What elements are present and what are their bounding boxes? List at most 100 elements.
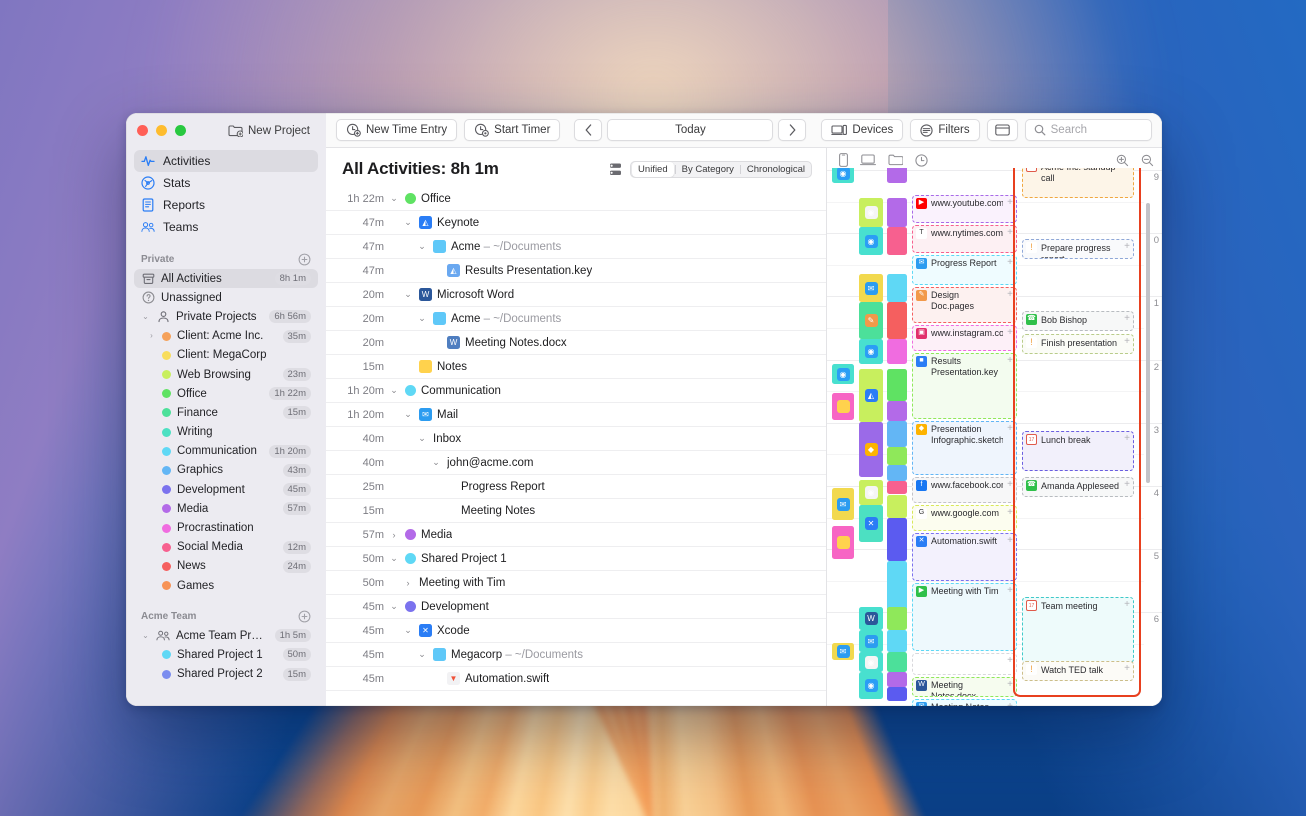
- sidebar-item-reports[interactable]: Reports: [134, 194, 318, 216]
- timeline-activity-event[interactable]: ◆ Presentation Infographic.sketch +: [912, 421, 1017, 475]
- timeline-app-block[interactable]: ◭: [859, 369, 883, 422]
- timeline-activity-event[interactable]: ✉ Meeting Notes +: [912, 699, 1017, 706]
- timeline-category-block[interactable]: [887, 447, 907, 465]
- activity-row[interactable]: 45m ▼ Automation.swift: [326, 667, 826, 691]
- add-event-icon[interactable]: +: [1007, 356, 1013, 366]
- timeline-category-block[interactable]: [887, 369, 907, 401]
- timeline-category-block[interactable]: [887, 652, 907, 672]
- timeline-category-block[interactable]: [887, 630, 907, 652]
- previous-day-button[interactable]: [574, 119, 603, 141]
- laptop-icon[interactable]: [860, 154, 876, 166]
- activity-row[interactable]: 1h 20m ⌄ ✉ Mail: [326, 403, 826, 427]
- activity-row[interactable]: 15m Notes: [326, 355, 826, 379]
- timeline-activity-event[interactable]: Gwww.google.com +: [912, 505, 1017, 531]
- activity-row[interactable]: 1h 20m ⌄ Communication: [326, 379, 826, 403]
- timeline-calendar-event[interactable]: ! Finish presentation +: [1022, 334, 1134, 354]
- timeline-calendar-event[interactable]: 17 Acme Inc. standup call +: [1022, 168, 1134, 198]
- activity-row[interactable]: 45m ⌄ Megacorp – ~/Documents: [326, 643, 826, 667]
- disclosure-down-icon[interactable]: ⌄: [402, 625, 414, 636]
- sidebar-item-stats[interactable]: Stats: [134, 172, 318, 194]
- timeline-calendar-event[interactable]: 17 Team meeting +: [1022, 597, 1134, 663]
- timeline-app-block[interactable]: ◉: [859, 227, 883, 255]
- timeline-activity-event[interactable]: ✕ Automation.swift +: [912, 533, 1017, 581]
- window-traffic-lights[interactable]: [137, 125, 186, 136]
- timeline-app-block[interactable]: ✉: [859, 630, 883, 652]
- timeline-app-block[interactable]: ◉: [859, 672, 883, 699]
- add-calendar-event-icon[interactable]: +: [1124, 168, 1130, 171]
- disclosure-down-icon[interactable]: ⌄: [388, 385, 400, 396]
- timeline-calendar-event[interactable]: ☎ Bob Bishop +: [1022, 311, 1134, 331]
- timeline-phone-block[interactable]: ✉: [832, 643, 854, 660]
- sidebar-item-activities[interactable]: Activities: [134, 150, 318, 172]
- timeline-category-block[interactable]: [887, 672, 907, 687]
- add-event-icon[interactable]: +: [1007, 290, 1013, 300]
- group-view-icon[interactable]: [608, 162, 623, 177]
- timeline-calendar-event[interactable]: 17 Lunch break +: [1022, 431, 1134, 471]
- timeline-activity-event[interactable]: +: [912, 653, 1017, 675]
- sidebar-project-item[interactable]: › Client: Acme Inc. 35m: [134, 327, 318, 346]
- sidebar-project-item[interactable]: Client: MegaCorp: [134, 346, 318, 365]
- phone-icon[interactable]: [839, 153, 848, 167]
- disclosure-down-icon[interactable]: ⌄: [388, 193, 400, 204]
- disclosure-down-icon[interactable]: ⌄: [430, 457, 442, 468]
- activity-row[interactable]: 47m ⌄ Acme – ~/Documents: [326, 235, 826, 259]
- timeline-calendar-event[interactable]: ☎ Amanda Appleseed +: [1022, 477, 1134, 497]
- add-calendar-event-icon[interactable]: +: [1124, 314, 1130, 324]
- timeline-calendar-event[interactable]: ! Prepare progress report +: [1022, 239, 1134, 259]
- timeline-phone-block[interactable]: [832, 526, 854, 559]
- activity-row[interactable]: 50m ⌄ Shared Project 1: [326, 547, 826, 571]
- minimize-button[interactable]: [156, 125, 167, 136]
- activity-row[interactable]: 45m ⌄ ✕ Xcode: [326, 619, 826, 643]
- sidebar-project-item[interactable]: ⌄ Private Projects 6h 56m: [134, 307, 318, 326]
- disclosure-down-icon[interactable]: ⌄: [141, 631, 150, 640]
- zoom-button[interactable]: [175, 125, 186, 136]
- add-calendar-event-icon[interactable]: +: [1124, 337, 1130, 347]
- timeline-category-block[interactable]: [887, 227, 907, 255]
- activity-row[interactable]: 20m W Meeting Notes.docx: [326, 331, 826, 355]
- add-project-icon[interactable]: [298, 610, 311, 623]
- folder-icon[interactable]: [888, 154, 903, 166]
- disclosure-down-icon[interactable]: ⌄: [416, 241, 428, 252]
- timeline-activity-event[interactable]: ✉ Progress Report +: [912, 255, 1017, 285]
- activity-row[interactable]: 57m › Media: [326, 523, 826, 547]
- add-calendar-event-icon[interactable]: +: [1124, 600, 1130, 610]
- activity-row[interactable]: 1h 22m ⌄ Office: [326, 187, 826, 211]
- timeline-activity-event[interactable]: ■ Results Presentation.key +: [912, 353, 1017, 419]
- add-event-icon[interactable]: +: [1007, 480, 1013, 490]
- disclosure-down-icon[interactable]: ⌄: [388, 553, 400, 564]
- sidebar-project-item[interactable]: Graphics 43m: [134, 461, 318, 480]
- add-event-icon[interactable]: +: [1007, 508, 1013, 518]
- add-event-icon[interactable]: +: [1007, 536, 1013, 546]
- sidebar-project-item[interactable]: Media 57m: [134, 499, 318, 518]
- devices-button[interactable]: Devices: [821, 119, 904, 141]
- timeline-activity-event[interactable]: ▣ www.instagram.com +: [912, 325, 1017, 351]
- timeline-activity-event[interactable]: ▶ Meeting with Tim +: [912, 583, 1017, 651]
- add-event-icon[interactable]: +: [1007, 198, 1013, 208]
- sidebar-project-item[interactable]: Games: [134, 576, 318, 595]
- disclosure-right-icon[interactable]: ›: [147, 332, 156, 340]
- disclosure-down-icon[interactable]: ⌄: [388, 601, 400, 612]
- add-event-icon[interactable]: +: [1007, 586, 1013, 596]
- timeline-app-block[interactable]: ✕: [859, 505, 883, 542]
- view-mode-by-category[interactable]: By Category: [676, 162, 740, 177]
- disclosure-right-icon[interactable]: ›: [402, 578, 414, 588]
- add-calendar-event-icon[interactable]: +: [1124, 664, 1130, 674]
- timeline-activity-event[interactable]: Twww.nytimes.com +: [912, 225, 1017, 253]
- view-mode-unified[interactable]: Unified: [632, 161, 674, 177]
- disclosure-down-icon[interactable]: ⌄: [416, 313, 428, 324]
- add-event-icon[interactable]: +: [1007, 424, 1013, 434]
- timeline-activity-event[interactable]: W Meeting Notes.docx +: [912, 677, 1017, 697]
- timeline-activity-event[interactable]: f www.facebook.com +: [912, 477, 1017, 503]
- activity-row[interactable]: 40m ⌄ Inbox: [326, 427, 826, 451]
- sidebar-project-item[interactable]: Procrastination: [134, 518, 318, 537]
- activity-row[interactable]: 20m ⌄ W Microsoft Word: [326, 283, 826, 307]
- zoom-out-icon[interactable]: [1141, 154, 1154, 167]
- timeline-app-block[interactable]: ✎: [859, 302, 883, 339]
- activity-row[interactable]: 40m ⌄ john@acme.com: [326, 451, 826, 475]
- sidebar-project-item[interactable]: Writing: [134, 423, 318, 442]
- timeline-category-block[interactable]: [887, 401, 907, 421]
- view-mode-segmented-control[interactable]: Unified By Category Chronological: [630, 160, 812, 178]
- timeline-category-block[interactable]: [887, 339, 907, 364]
- timeline-app-block[interactable]: ◉: [859, 652, 883, 672]
- sidebar-project-item[interactable]: Finance 15m: [134, 403, 318, 422]
